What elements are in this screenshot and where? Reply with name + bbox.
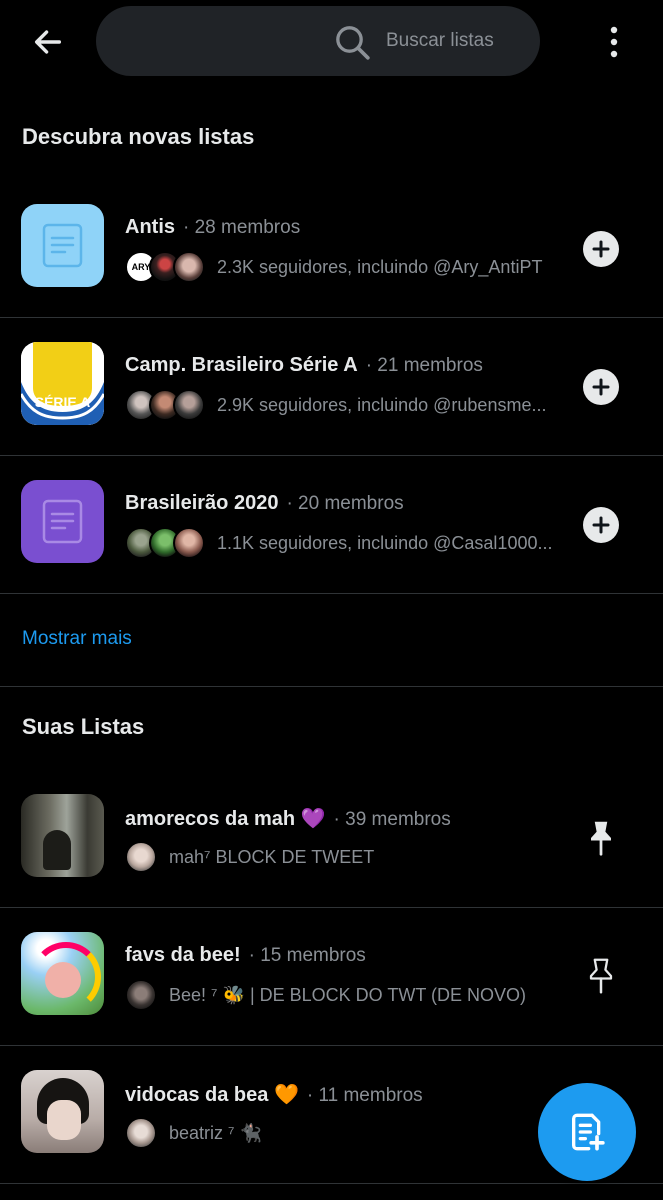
- avatar: [173, 527, 205, 559]
- new-list-fab[interactable]: [538, 1083, 636, 1181]
- serie-a-badge: [21, 342, 104, 425]
- avatar: [125, 979, 157, 1011]
- back-button[interactable]: [28, 22, 68, 62]
- list-followers: ARY 2.3K seguidores, incluindo @Ary_Anti…: [125, 250, 542, 284]
- list-thumbnail: [21, 932, 104, 1015]
- list-document-icon: [42, 499, 83, 544]
- list-followers: 1.1K seguidores, incluindo @Casal1000...: [125, 526, 552, 560]
- list-name: Camp. Brasileiro Série A · 21 membros: [125, 354, 483, 376]
- member-count: · 28 membros: [183, 217, 301, 238]
- plus-icon: [592, 240, 610, 258]
- list-document-icon: [42, 223, 83, 268]
- avatar: [125, 841, 157, 873]
- owner-text: Bee! ⁷ 🐝 | DE BLOCK DO TWT (DE NOVO): [169, 984, 526, 1005]
- follower-avatars: [125, 527, 205, 559]
- pin-button[interactable]: [582, 954, 620, 998]
- owner-avatar: [125, 1117, 157, 1149]
- list-item[interactable]: Antis · 28 membros ARY 2.3K seguidores, i…: [0, 180, 663, 318]
- owner-text: beatriz ⁷ 🐈‍⬛: [169, 1122, 262, 1143]
- kebab-vertical-icon: [610, 26, 618, 58]
- list-name: vidocas da bea 🧡 · 11 membros: [125, 1084, 423, 1106]
- arrow-left-icon: [34, 30, 62, 54]
- add-list-button[interactable]: [583, 507, 619, 543]
- avatar: [173, 389, 205, 421]
- search-bar[interactable]: [96, 6, 586, 76]
- pin-button[interactable]: [582, 816, 620, 860]
- list-thumbnail: [21, 204, 104, 287]
- owner-avatar: [125, 841, 157, 873]
- badge-text: SÉRIE A: [34, 394, 91, 410]
- top-bar: [0, 0, 663, 82]
- list-thumbnail: [21, 794, 104, 877]
- avatar: [125, 1117, 157, 1149]
- list-thumbnail: SÉRIE A: [21, 342, 104, 425]
- pin-filled-icon: [591, 821, 611, 856]
- search-input[interactable]: [386, 26, 586, 56]
- owner-avatar: [125, 979, 157, 1011]
- list-item[interactable]: favs da bee! · 15 membros Bee! ⁷ 🐝 | DE B…: [0, 908, 663, 1046]
- plus-icon: [592, 378, 610, 396]
- add-list-button[interactable]: [583, 369, 619, 405]
- owner-text: mah⁷ BLOCK DE TWEET: [169, 846, 375, 867]
- section-divider: [0, 686, 663, 687]
- list-item[interactable]: amorecos da mah 💜 · 39 membros mah⁷ BLOCK…: [0, 770, 663, 908]
- list-owner: beatriz ⁷ 🐈‍⬛: [125, 1116, 262, 1150]
- list-thumbnail: [21, 480, 104, 563]
- member-count: · 15 membros: [248, 945, 366, 966]
- discover-section-title: Descubra novas listas: [22, 124, 255, 149]
- list-name: amorecos da mah 💜 · 39 membros: [125, 808, 451, 830]
- list-name: Antis · 28 membros: [125, 216, 301, 238]
- followers-text: 2.9K seguidores, incluindo @rubensme...: [217, 394, 547, 415]
- new-list-icon: [572, 1113, 605, 1151]
- list-owner: Bee! ⁷ 🐝 | DE BLOCK DO TWT (DE NOVO): [125, 978, 526, 1012]
- search-icon: [336, 26, 370, 60]
- list-thumbnail: [21, 1070, 104, 1153]
- list-item[interactable]: SÉRIE A Camp. Brasileiro Série A · 21 mem…: [0, 318, 663, 456]
- follower-avatars: [125, 389, 205, 421]
- your-lists-section-title: Suas Listas: [22, 714, 145, 739]
- list-item[interactable]: Brasileirão 2020 · 20 membros 1.1K seguid…: [0, 456, 663, 594]
- member-count: · 21 membros: [365, 355, 483, 376]
- member-count: · 20 membros: [286, 493, 404, 514]
- list-followers: 2.9K seguidores, incluindo @rubensme...: [125, 388, 546, 422]
- member-count: · 11 membros: [306, 1085, 423, 1106]
- show-more-link[interactable]: Mostrar mais: [22, 628, 132, 650]
- avatar: [173, 251, 205, 283]
- member-count: · 39 membros: [333, 809, 451, 830]
- more-options-button[interactable]: [596, 22, 632, 62]
- list-name: favs da bee! · 15 membros: [125, 944, 366, 966]
- followers-text: 2.3K seguidores, incluindo @Ary_AntiPT: [217, 256, 543, 277]
- plus-icon: [592, 516, 610, 534]
- pin-outline-icon: [589, 958, 613, 994]
- list-name: Brasileirão 2020 · 20 membros: [125, 492, 404, 514]
- followers-text: 1.1K seguidores, incluindo @Casal1000...: [217, 532, 553, 553]
- list-owner: mah⁷ BLOCK DE TWEET: [125, 840, 374, 874]
- add-list-button[interactable]: [583, 231, 619, 267]
- follower-avatars: ARY: [125, 251, 205, 283]
